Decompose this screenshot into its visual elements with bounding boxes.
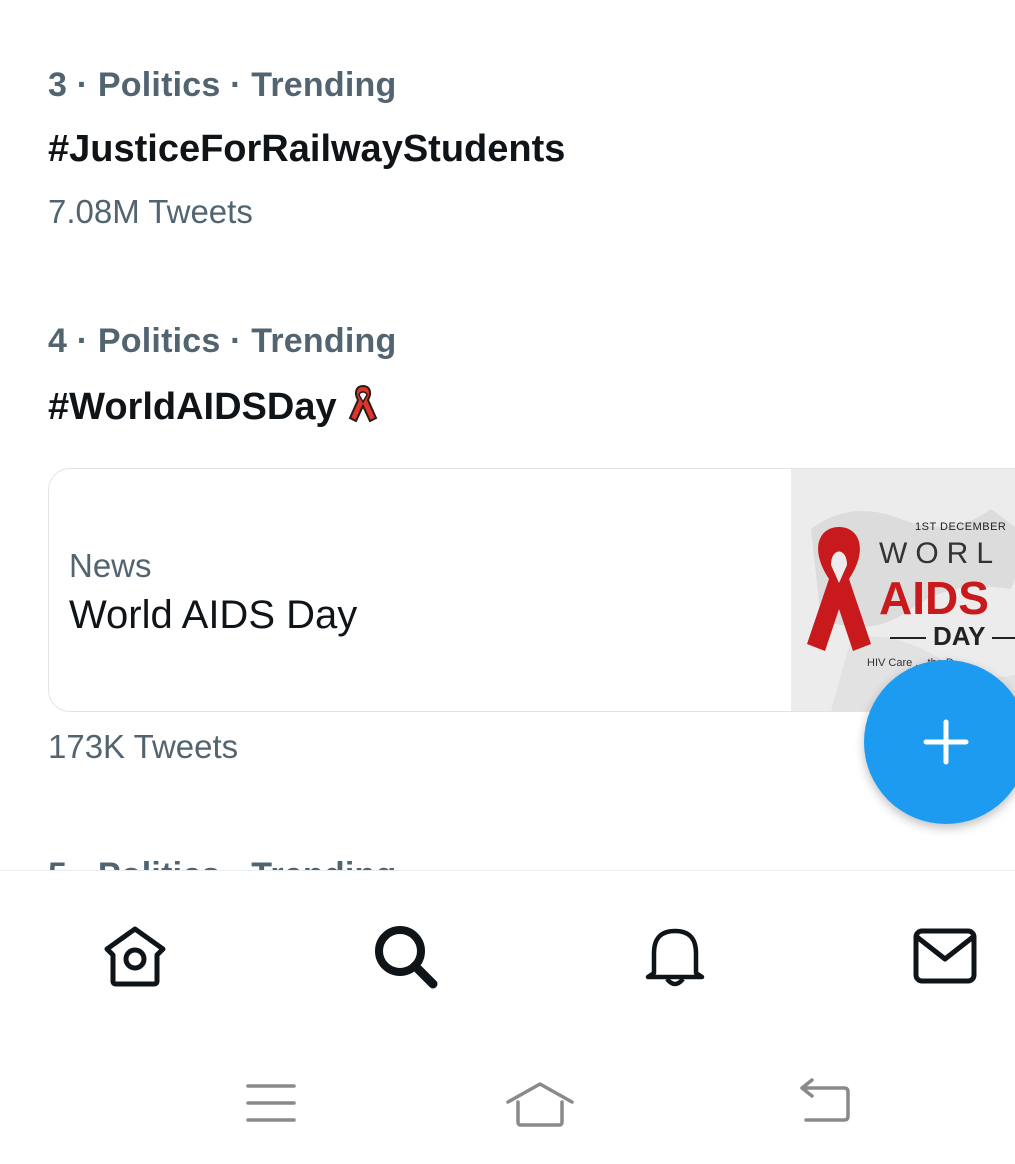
messages-icon[interactable] <box>910 921 980 996</box>
back-icon[interactable] <box>794 1078 854 1133</box>
trend-item-5-partial[interactable]: 5 · Politics · Trending <box>48 852 648 870</box>
plus-icon <box>923 719 969 765</box>
system-nav-bar <box>0 1040 1015 1164</box>
trend-item-4[interactable]: 4 · Politics · Trending <box>48 322 396 361</box>
red-ribbon-emoji-icon <box>347 383 379 428</box>
trend-hashtag[interactable]: #JusticeForRailwayStudents <box>48 128 565 171</box>
thumb-date: 1ST DECEMBER <box>915 521 1007 533</box>
system-home-icon[interactable] <box>504 1078 576 1135</box>
home-icon[interactable] <box>100 921 170 996</box>
trend-item-3[interactable]: 3 · Politics · Trending <box>48 66 396 105</box>
news-card[interactable]: News World AIDS Day 1ST DECEMBER WORL AI… <box>48 468 1015 712</box>
news-card-title: World AIDS Day <box>69 593 358 637</box>
trend-meta: 5 · Politics · Trending <box>48 856 396 870</box>
search-icon[interactable] <box>370 921 440 996</box>
trend-tweet-count: 173K Tweets <box>48 728 239 765</box>
trend-meta: 4 · Politics · Trending <box>48 322 397 360</box>
news-card-category: News <box>69 547 152 584</box>
trend-hashtag: #WorldAIDSDay <box>48 386 337 428</box>
notifications-icon[interactable] <box>640 921 710 996</box>
thumb-day: DAY <box>879 621 1015 652</box>
trend-hashtag-row[interactable]: #WorldAIDSDay <box>48 383 379 429</box>
thumb-word: WORL <box>879 537 1001 570</box>
compose-tweet-button[interactable] <box>864 660 1015 824</box>
trend-meta: 3 · Politics · Trending <box>48 66 397 104</box>
bottom-nav-bar <box>0 870 1015 1041</box>
trend-tweet-count: 7.08M Tweets <box>48 193 253 230</box>
recent-apps-icon[interactable] <box>244 1078 298 1133</box>
thumb-aids: AIDS <box>879 572 989 624</box>
